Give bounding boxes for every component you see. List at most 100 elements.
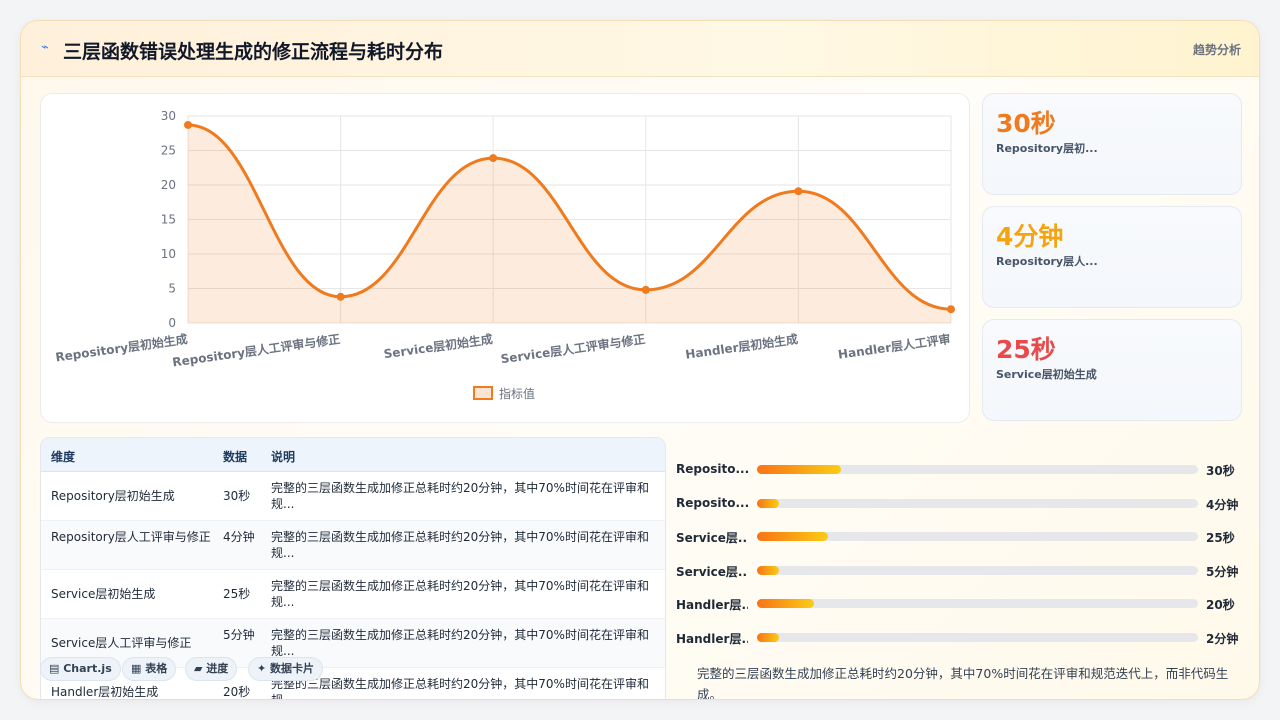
table-row: Service层初始生成 25秒 完整的三层函数生成加修正总耗时约20分钟，其中… bbox=[41, 570, 665, 619]
column-header: 说明 bbox=[271, 450, 296, 464]
table-cell: 4分钟 bbox=[223, 530, 255, 544]
lightning-icon: ⌁ bbox=[41, 40, 49, 55]
x-tick-label: Handler层初始生成 bbox=[684, 331, 798, 362]
progress-label: Reposito... bbox=[676, 496, 748, 510]
table-cell: 完整的三层函数生成加修正总耗时约20分钟，其中70%时间花在评审和规... bbox=[271, 481, 649, 511]
kpi-label: Repository层初... bbox=[996, 142, 1098, 155]
chip-label: 数据卡片 bbox=[270, 662, 315, 675]
kpi-card-3: 25秒 Service层初始生成 bbox=[982, 319, 1242, 421]
progress-label: Handler层... bbox=[676, 598, 748, 612]
kpi-value: 25秒 bbox=[996, 335, 1056, 364]
kpi-value: 4分钟 bbox=[996, 222, 1064, 251]
progress-value: 5分钟 bbox=[1206, 565, 1239, 579]
legend-swatch bbox=[473, 386, 493, 400]
x-tick-label: Service层初始生成 bbox=[383, 331, 494, 361]
table-cell: 5分钟 bbox=[223, 628, 255, 642]
header: ⌁ 三层函数错误处理生成的修正流程与耗时分布 趋势分析 bbox=[21, 21, 1259, 77]
progress-fill bbox=[757, 566, 780, 575]
chip-data-card[interactable]: ✦ 数据卡片 bbox=[248, 657, 324, 681]
table-header: 维度 数据 说明 bbox=[41, 438, 665, 472]
column-header: 维度 bbox=[51, 450, 76, 464]
table-cell: 完整的三层函数生成加修正总耗时约20分钟，其中70%时间花在评审和规... bbox=[271, 530, 649, 560]
chip-label: 进度 bbox=[206, 662, 229, 675]
progress-track bbox=[757, 532, 1198, 541]
page-title: 三层函数错误处理生成的修正流程与耗时分布 bbox=[63, 41, 444, 63]
progress-track bbox=[757, 633, 1198, 642]
progress-label: Handler层... bbox=[676, 632, 748, 646]
progress-value: 25秒 bbox=[1206, 531, 1235, 545]
kpi-label: Repository层人... bbox=[996, 255, 1098, 268]
x-tick-label: Repository层初始生成 bbox=[54, 331, 188, 364]
progress-panel: Reposito... 30秒 Reposito... 4分钟 Service层… bbox=[676, 437, 1246, 700]
table-row: Repository层人工评审与修正 4分钟 完整的三层函数生成加修正总耗时约2… bbox=[41, 521, 665, 570]
y-tick-label: 20 bbox=[161, 178, 176, 192]
progress-track bbox=[757, 499, 1198, 508]
progress-track bbox=[757, 599, 1198, 608]
chip-progress[interactable]: ▰ 进度 bbox=[185, 657, 238, 681]
chip-label: Chart.js bbox=[63, 662, 112, 675]
table-cell: 完整的三层函数生成加修正总耗时约20分钟，其中70%时间花在评审和规... bbox=[271, 628, 649, 658]
y-tick-label: 15 bbox=[161, 213, 176, 227]
chip-label: 表格 bbox=[145, 662, 168, 675]
y-tick-label: 25 bbox=[161, 144, 176, 158]
table-cell: 20秒 bbox=[223, 685, 251, 699]
progress-label: Service层... bbox=[676, 565, 748, 579]
progress-row: Handler层... 2分钟 bbox=[676, 627, 1246, 647]
table-cell: 25秒 bbox=[223, 587, 251, 601]
table-cell: 30秒 bbox=[223, 489, 251, 503]
legend-label: 指标值 bbox=[499, 386, 535, 401]
progress-label: Reposito... bbox=[676, 462, 748, 476]
progress-value: 2分钟 bbox=[1206, 632, 1239, 646]
kpi-card-1: 30秒 Repository层初... bbox=[982, 93, 1242, 195]
kpi-card-2: 4分钟 Repository层人... bbox=[982, 206, 1242, 308]
table-cell: 完整的三层函数生成加修正总耗时约20分钟，其中70%时间花在评审和规... bbox=[271, 579, 649, 609]
data-point bbox=[336, 292, 345, 301]
chart-icon: ▤ bbox=[49, 662, 64, 675]
x-tick-label: Service层人工评审与修正 bbox=[500, 331, 647, 366]
chip-table[interactable]: ▦ 表格 bbox=[122, 657, 177, 681]
y-tick-label: 0 bbox=[168, 316, 176, 330]
component-chips: ▤ Chart.js ▦ 表格 ▰ 进度 ✦ 数据卡片 bbox=[40, 657, 360, 681]
table-cell: Repository层初始生成 bbox=[51, 489, 175, 503]
table-icon: ▦ bbox=[131, 662, 146, 675]
progress-track bbox=[757, 566, 1198, 575]
line-chart-panel: 0 5 10 15 20 25 30 Repository层初始生成 Repository层人工… bbox=[40, 93, 970, 423]
data-point bbox=[489, 154, 498, 163]
progress-fill bbox=[757, 599, 815, 608]
progress-row: Service层... 25秒 bbox=[676, 526, 1246, 546]
progress-row: Handler层... 20秒 bbox=[676, 593, 1246, 613]
chip-chartjs[interactable]: ▤ Chart.js bbox=[40, 657, 121, 681]
summary-text: 完整的三层函数生成加修正总耗时约20分钟，其中70%时间花在评审和规范迭代上，而… bbox=[697, 666, 1229, 700]
progress-row: Reposito... 4分钟 bbox=[676, 493, 1246, 513]
progress-label: Service层... bbox=[676, 531, 748, 545]
progress-value: 30秒 bbox=[1206, 464, 1235, 478]
kpi-label: Service层初始生成 bbox=[996, 368, 1097, 381]
y-tick-label: 30 bbox=[161, 109, 176, 123]
analysis-tag: 趋势分析 bbox=[1192, 43, 1241, 57]
progress-row: Reposito... 30秒 bbox=[676, 459, 1246, 479]
y-tick-label: 5 bbox=[168, 282, 176, 296]
progress-fill bbox=[757, 532, 828, 541]
card-icon: ✦ bbox=[257, 662, 271, 675]
kpi-value: 30秒 bbox=[996, 109, 1056, 138]
column-header: 数据 bbox=[223, 450, 248, 464]
progress-fill bbox=[757, 465, 841, 474]
line-chart: 0 5 10 15 20 25 30 Repository层初始生成Repository层人工… bbox=[54, 109, 955, 401]
table-cell: Service层初始生成 bbox=[51, 587, 156, 601]
y-tick-label: 10 bbox=[161, 247, 176, 261]
data-point bbox=[794, 187, 803, 196]
table-cell: Handler层初始生成 bbox=[51, 685, 159, 699]
data-point bbox=[947, 305, 955, 314]
dashboard-card: ⌁ 三层函数错误处理生成的修正流程与耗时分布 趋势分析 0 5 10 15 20 25 30… bbox=[20, 20, 1260, 700]
progress-value: 20秒 bbox=[1206, 598, 1235, 612]
progress-row: Service层... 5分钟 bbox=[676, 560, 1246, 580]
progress-value: 4分钟 bbox=[1206, 498, 1239, 512]
x-tick-label: Handler层人工评审 bbox=[837, 331, 951, 362]
progress-fill bbox=[757, 633, 780, 642]
table-row: Repository层初始生成 30秒 完整的三层函数生成加修正总耗时约20分钟… bbox=[41, 472, 665, 521]
data-point bbox=[641, 285, 650, 294]
table-cell: Repository层人工评审与修正 bbox=[51, 530, 211, 544]
table-cell: Service层人工评审与修正 bbox=[51, 636, 192, 650]
progress-icon: ▰ bbox=[194, 662, 207, 675]
x-tick-label: Repository层人工评审与修正 bbox=[171, 331, 341, 369]
